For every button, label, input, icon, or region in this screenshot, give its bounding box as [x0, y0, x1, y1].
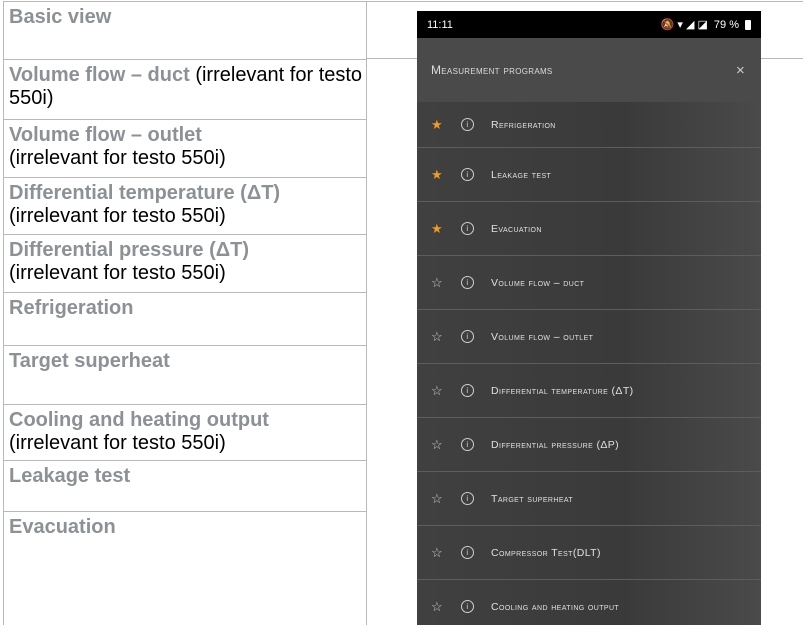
program-label: Differential pressure (ΔP) [491, 438, 620, 451]
program-item-compressor-test[interactable]: ☆ i Compressor Test(DLT) [417, 526, 761, 580]
row-title: Evacuation [9, 516, 116, 538]
status-icons-group: 🔕 ▾ ◢ ◪ 79 % [661, 18, 751, 31]
info-icon[interactable]: i [461, 546, 474, 559]
info-icon[interactable]: i [461, 600, 474, 613]
row-note: (irrelevant for testo 550i) [9, 147, 226, 169]
status-icons: 🔕 ▾ ◢ ◪ [660, 19, 708, 31]
screen-title: Measurement programs [431, 63, 553, 77]
row-title: Refrigeration [9, 297, 134, 319]
program-label: Target superheat [491, 492, 574, 505]
row-title: Volume flow – duct [9, 64, 190, 86]
table-row: Leakage test [4, 460, 366, 511]
star-outline-icon[interactable]: ☆ [431, 491, 443, 507]
program-label: Volume flow – outlet [491, 330, 594, 343]
star-outline-icon[interactable]: ☆ [431, 545, 443, 561]
star-outline-icon[interactable]: ☆ [431, 383, 443, 399]
program-label: Compressor Test(DLT) [491, 546, 601, 559]
program-item-volume-flow-duct[interactable]: ☆ i Volume flow – duct [417, 256, 761, 310]
info-icon[interactable]: i [461, 438, 474, 451]
table-row: Evacuation [4, 511, 366, 625]
row-note: (irrelevant for testo 550i) [9, 205, 226, 227]
row-title: Basic view [9, 6, 112, 28]
star-outline-icon[interactable]: ☆ [431, 437, 443, 453]
star-filled-icon[interactable]: ★ [431, 167, 443, 183]
status-bar: 11:11 🔕 ▾ ◢ ◪ 79 % [417, 11, 761, 38]
battery-icon [745, 19, 751, 30]
program-item-refrigeration[interactable]: ★ i Refrigeration [417, 102, 761, 148]
row-title: Target superheat [9, 350, 170, 372]
battery-level: 79 % [713, 18, 739, 31]
table-row: Volume flow – outlet (irrelevant for test… [4, 119, 366, 177]
program-item-differential-pressure[interactable]: ☆ i Differential pressure (ΔP) [417, 418, 761, 472]
row-note: (irrelevant for testo 550i) [9, 262, 226, 284]
program-item-leakage-test[interactable]: ★ i Leakage test [417, 148, 761, 202]
star-outline-icon[interactable]: ☆ [431, 599, 443, 615]
program-label: Refrigeration [491, 118, 556, 131]
table-row: Cooling and heating output (irrelevant fo… [4, 404, 366, 460]
table-row: Differential pressure (ΔT) (irrelevant fo… [4, 234, 366, 292]
program-label: Volume flow – duct [491, 276, 585, 289]
program-label: Leakage test [491, 168, 552, 181]
program-list: ★ i Refrigeration ★ i Leakage test ★ i E… [417, 102, 761, 625]
info-icon[interactable]: i [461, 118, 474, 131]
status-time: 11:11 [427, 18, 453, 31]
info-icon[interactable]: i [461, 276, 474, 289]
info-icon[interactable]: i [461, 384, 474, 397]
star-filled-icon[interactable]: ★ [431, 221, 443, 237]
program-item-target-superheat[interactable]: ☆ i Target superheat [417, 472, 761, 526]
row-title: Differential temperature (ΔT) [9, 182, 281, 204]
program-label: Differential temperature (ΔT) [491, 384, 634, 397]
row-title: Volume flow – outlet [9, 124, 202, 146]
program-item-evacuation[interactable]: ★ i Evacuation [417, 202, 761, 256]
star-outline-icon[interactable]: ☆ [431, 275, 443, 291]
program-item-cooling-heating-output[interactable]: ☆ i Cooling and heating output [417, 580, 761, 625]
table-row: Differential temperature (ΔT) (irrelevant… [4, 177, 366, 234]
screen-header: Measurement programs × [417, 38, 761, 102]
star-outline-icon[interactable]: ☆ [431, 329, 443, 345]
table-row: Target superheat [4, 345, 366, 404]
program-item-volume-flow-outlet[interactable]: ☆ i Volume flow – outlet [417, 310, 761, 364]
program-label: Evacuation [491, 222, 542, 235]
table-row: Volume flow – duct (irrelevant for testo… [4, 59, 366, 119]
table-column-divider [366, 1, 367, 625]
star-filled-icon[interactable]: ★ [431, 117, 443, 133]
info-icon[interactable]: i [461, 492, 474, 505]
info-icon[interactable]: i [461, 222, 474, 235]
row-title: Leakage test [9, 465, 131, 487]
info-icon[interactable]: i [461, 330, 474, 343]
phone-screenshot: 11:11 🔕 ▾ ◢ ◪ 79 % Measurement programs … [417, 11, 761, 625]
row-note: (irrelevant for testo 550i) [9, 432, 226, 454]
table-row: Basic view [4, 1, 366, 59]
row-title: Cooling and heating output [9, 409, 269, 431]
close-icon[interactable]: × [736, 62, 745, 79]
program-item-differential-temperature[interactable]: ☆ i Differential temperature (ΔT) [417, 364, 761, 418]
table-row: Refrigeration [4, 292, 366, 345]
row-title: Differential pressure (ΔT) [9, 239, 249, 261]
program-label: Cooling and heating output [491, 600, 620, 613]
info-icon[interactable]: i [461, 168, 474, 181]
